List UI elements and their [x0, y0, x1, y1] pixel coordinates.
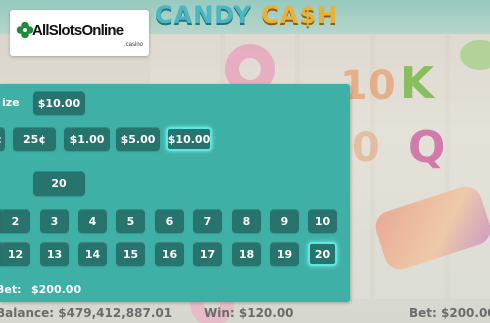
coin-size-display: $10.00: [33, 91, 85, 115]
coin-option-button-selected[interactable]: $10.00: [166, 127, 212, 151]
line-option-button[interactable]: 16: [155, 242, 184, 266]
line-option-button[interactable]: 4: [78, 209, 107, 233]
game-logo: CANDY CA$H: [155, 0, 338, 30]
game-logo-word-1: CANDY: [155, 1, 252, 29]
line-option-button[interactable]: 5: [116, 209, 145, 233]
line-option-button[interactable]: 6: [155, 209, 184, 233]
balance-readout: Balance: $479,412,887.01: [0, 306, 173, 320]
bet-settings-panel: ize $10.00 1¢ 25¢ $1.00 $5.00 $10.00 20 …: [0, 84, 350, 302]
game-logo-word-2: CA$H: [261, 1, 339, 29]
bet-total-value: $200.00: [31, 283, 82, 296]
win-readout: Win: $120.00: [204, 306, 294, 320]
line-option-button[interactable]: 9: [270, 209, 299, 233]
line-option-button[interactable]: 19: [270, 242, 299, 266]
line-option-button[interactable]: 13: [40, 242, 69, 266]
lines-display: 20: [33, 171, 85, 196]
coin-option-button[interactable]: $5.00: [116, 127, 160, 151]
line-option-button[interactable]: 17: [193, 242, 222, 266]
line-option-button[interactable]: 3: [40, 209, 69, 233]
coin-size-label: ize: [2, 96, 20, 109]
watermark-subtext: .casino: [123, 42, 143, 48]
coin-option-button[interactable]: 1¢: [0, 127, 5, 151]
bet-label: Bet:: [0, 283, 22, 296]
coin-option-button[interactable]: 25¢: [13, 127, 56, 151]
line-option-button[interactable]: 12: [1, 242, 30, 266]
line-option-button[interactable]: 15: [116, 242, 145, 266]
coin-option-button[interactable]: $1.00: [64, 127, 110, 151]
reel-column: [450, 34, 490, 299]
reel-symbol-0: 0: [352, 125, 380, 171]
line-option-button[interactable]: 7: [193, 209, 222, 233]
line-option-button-selected[interactable]: 20: [308, 242, 337, 266]
line-option-button[interactable]: 10: [308, 209, 337, 233]
line-option-button[interactable]: 8: [232, 209, 261, 233]
bet-readout: Bet: $200.00: [409, 306, 490, 320]
reel-symbol-q: Q: [408, 122, 446, 173]
line-option-button[interactable]: 14: [78, 242, 107, 266]
casino-watermark: AllSlotsOnline .casino: [10, 10, 149, 56]
line-option-button[interactable]: 18: [232, 242, 261, 266]
line-option-button[interactable]: 2: [1, 209, 30, 233]
watermark-text: AllSlotsOnline: [32, 22, 124, 39]
status-bar: Balance: $479,412,887.01 Win: $120.00 Be…: [0, 303, 490, 323]
reel-symbol-k: K: [400, 58, 435, 109]
